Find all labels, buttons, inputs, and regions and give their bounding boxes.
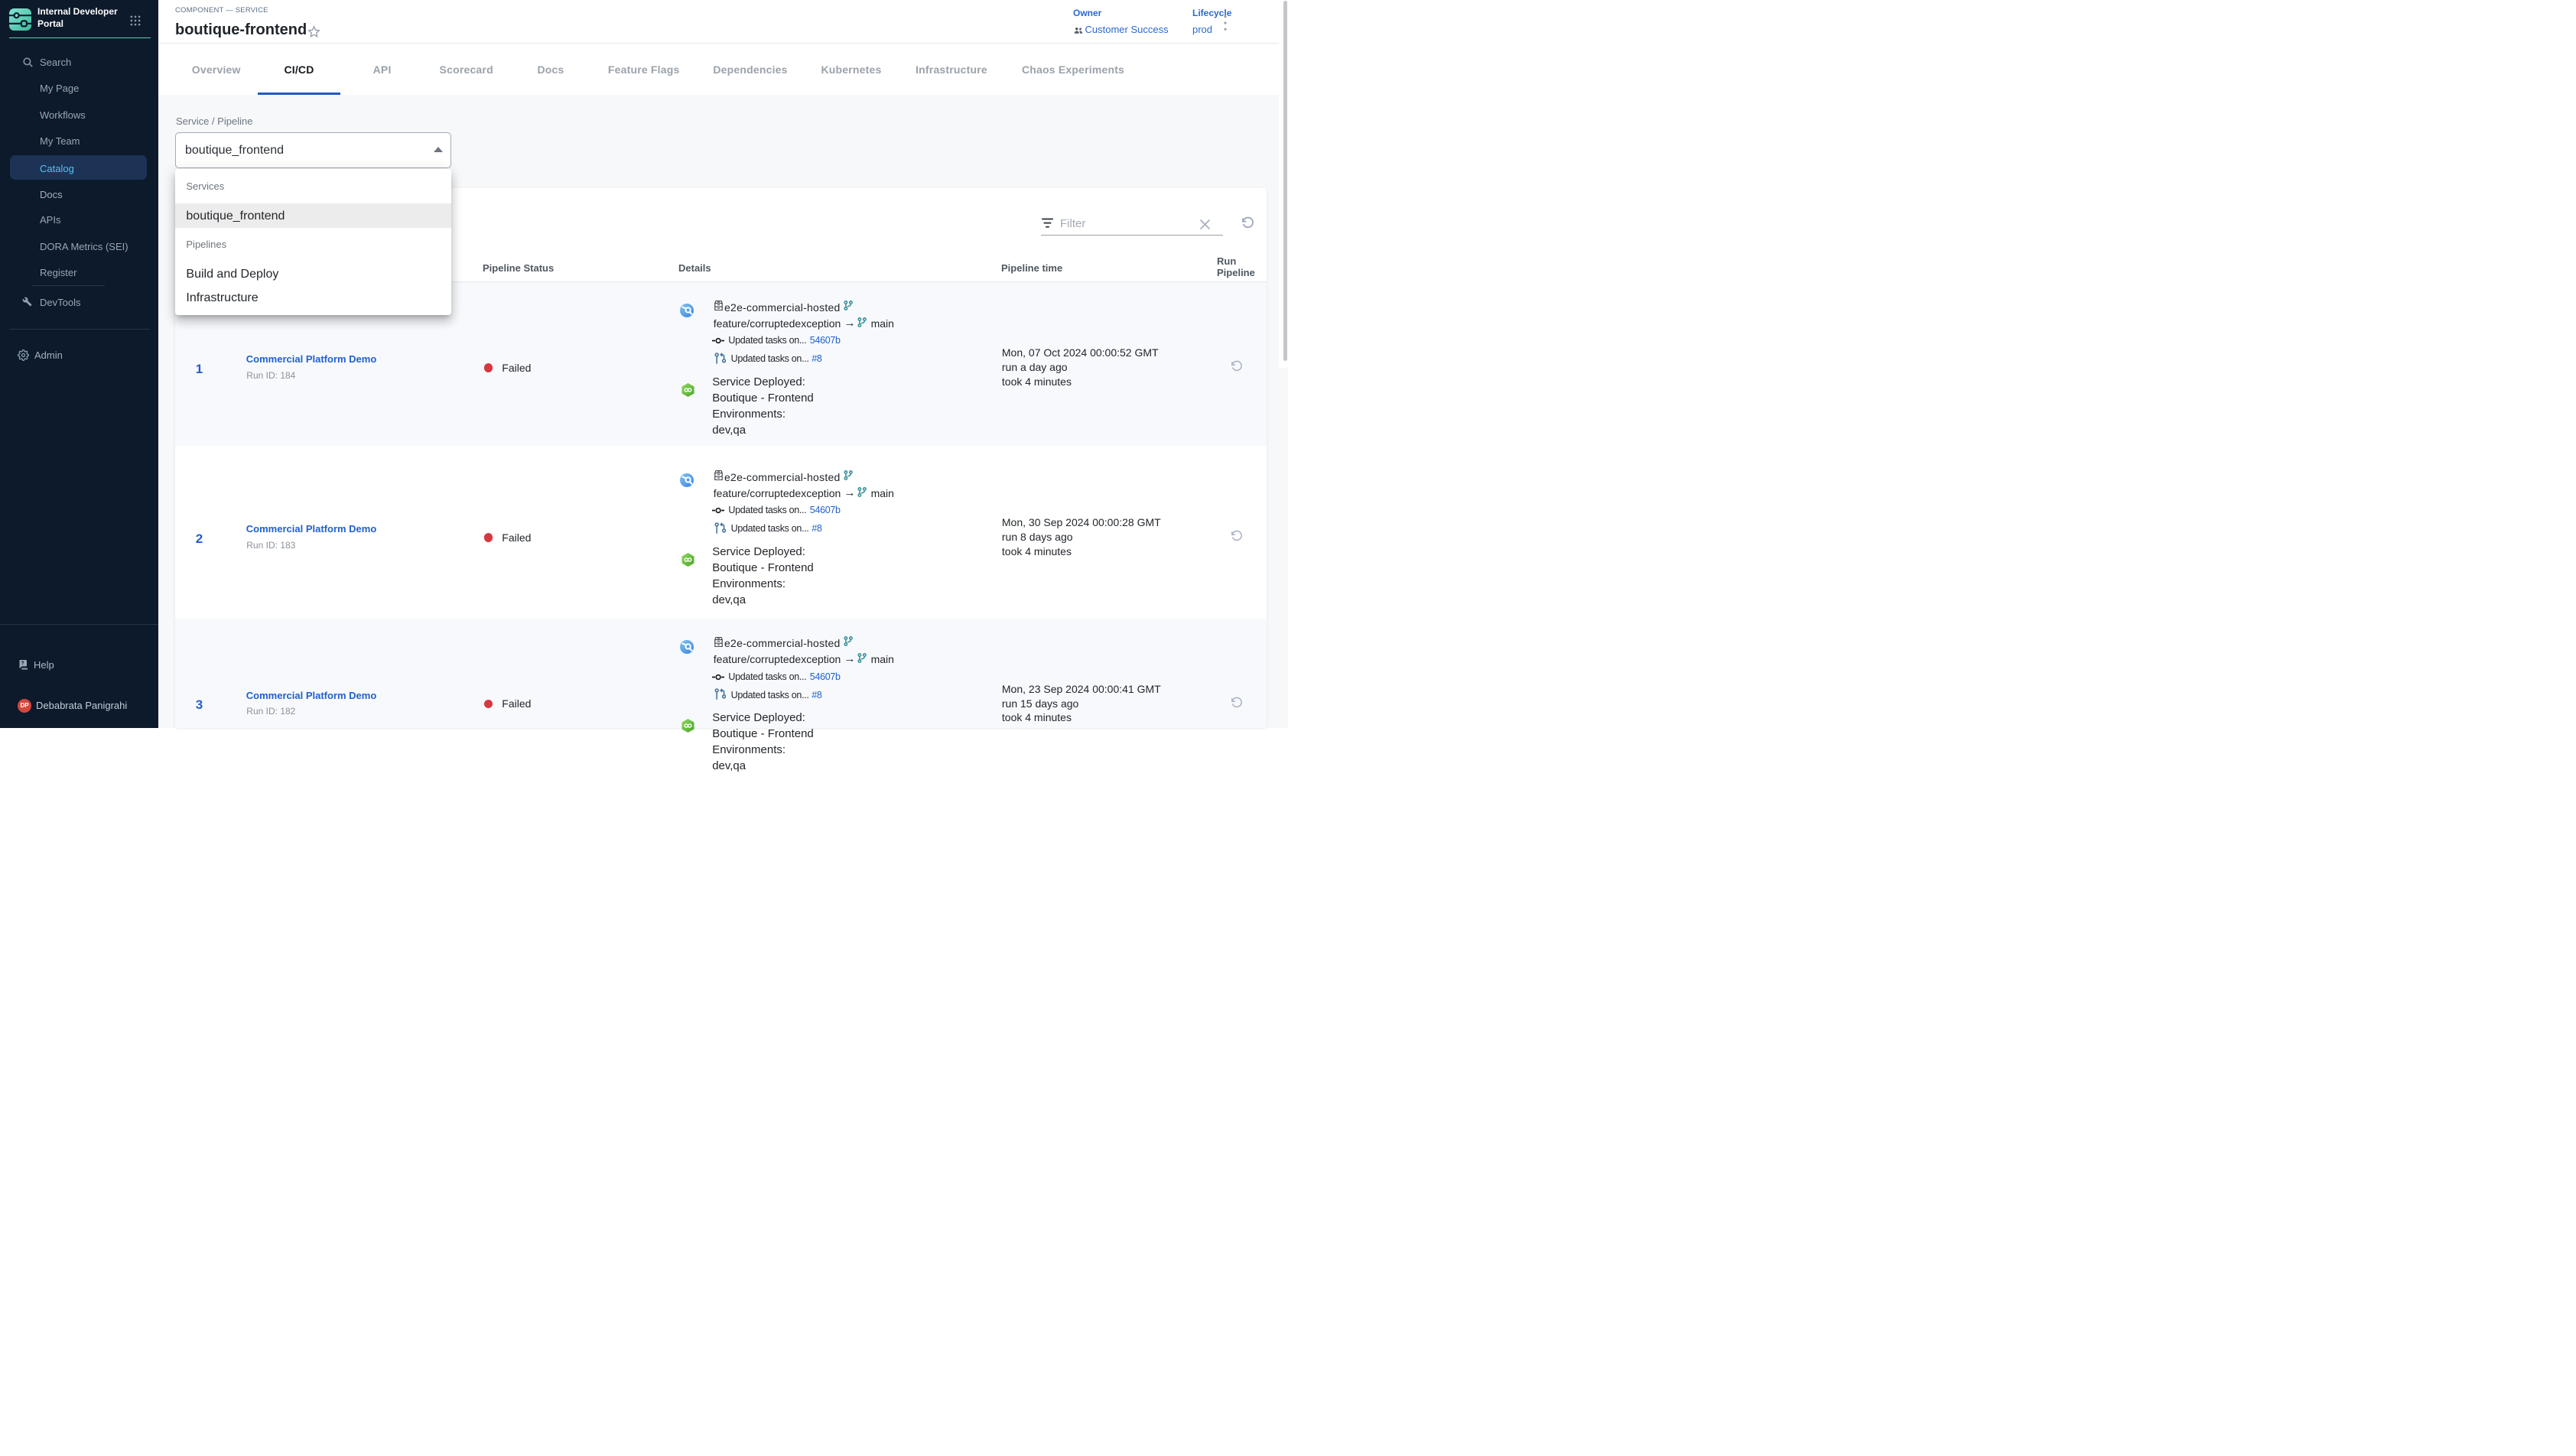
svg-text:?: ? — [21, 661, 24, 667]
